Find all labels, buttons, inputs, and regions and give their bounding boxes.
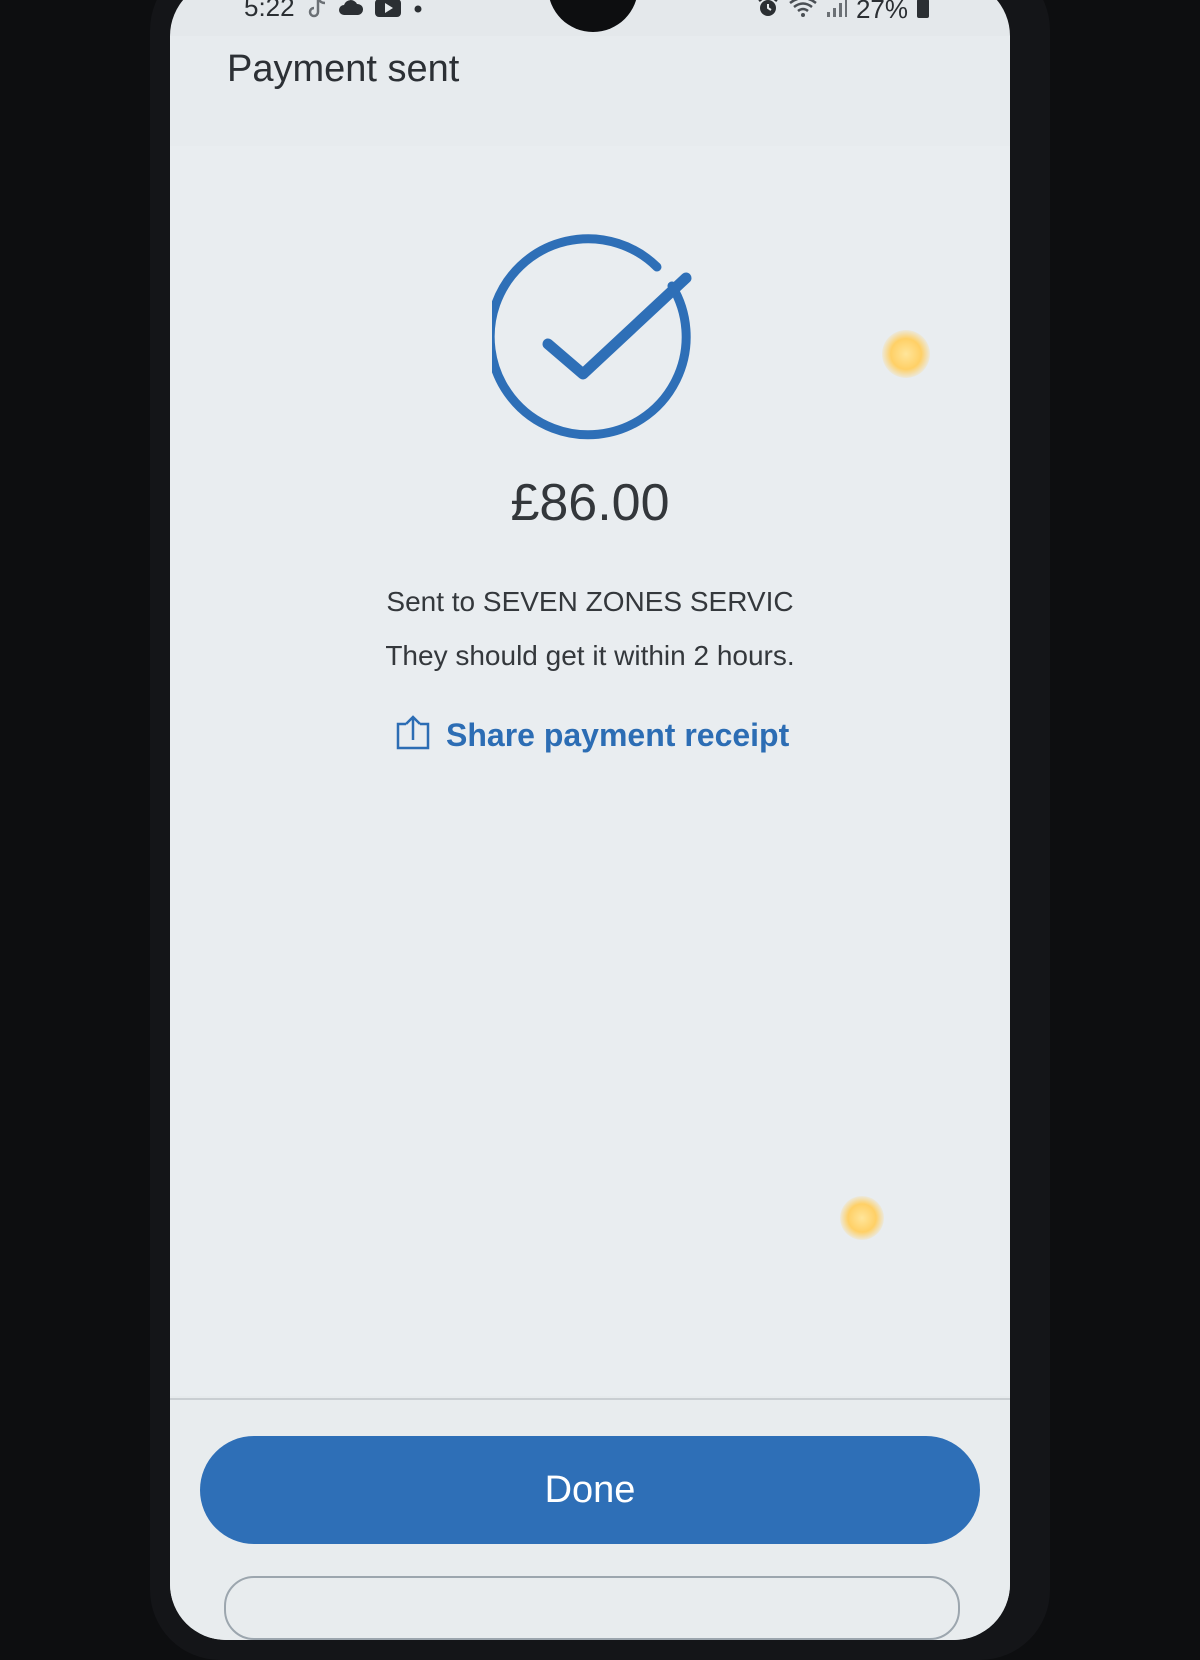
light-glare bbox=[840, 1196, 884, 1240]
tiktok-icon bbox=[306, 0, 328, 25]
wifi-icon bbox=[788, 0, 818, 24]
dot-icon bbox=[412, 0, 424, 23]
share-icon bbox=[394, 714, 432, 757]
alarm-icon bbox=[756, 0, 780, 24]
secondary-button[interactable] bbox=[224, 1576, 960, 1640]
light-glare bbox=[882, 330, 930, 378]
status-bar: 5:22 27% bbox=[170, 0, 1010, 36]
payment-amount: £86.00 bbox=[510, 474, 670, 532]
signal-icon bbox=[826, 0, 848, 23]
share-receipt-link[interactable]: Share payment receipt bbox=[394, 714, 789, 757]
page-title: Payment sent bbox=[227, 48, 460, 90]
youtube-icon bbox=[374, 0, 402, 23]
done-button[interactable]: Done bbox=[200, 1436, 980, 1544]
delivery-eta-text: They should get it within 2 hours. bbox=[385, 640, 795, 671]
recipient-text: Sent to SEVEN ZONES SERVIC bbox=[386, 586, 794, 617]
cloud-icon bbox=[338, 0, 364, 23]
battery-percentage: 27% bbox=[855, 0, 908, 24]
share-receipt-label: Share payment receipt bbox=[446, 717, 790, 753]
app-header: Payment sent bbox=[170, 36, 1010, 146]
footer: Done bbox=[170, 1400, 1010, 1640]
status-left-icons bbox=[306, 0, 424, 25]
check-circle-icon bbox=[485, 234, 702, 444]
phone-screen: 5:22 27% Payment sent £86.00 Sent to SEV… bbox=[170, 0, 1010, 1640]
status-time: 5:22 bbox=[244, 0, 295, 22]
confirmation-content: £86.00 Sent to SEVEN ZONES SERVIC They s… bbox=[170, 146, 1010, 1396]
battery-icon bbox=[916, 0, 930, 24]
status-right: 27% bbox=[756, 0, 930, 25]
